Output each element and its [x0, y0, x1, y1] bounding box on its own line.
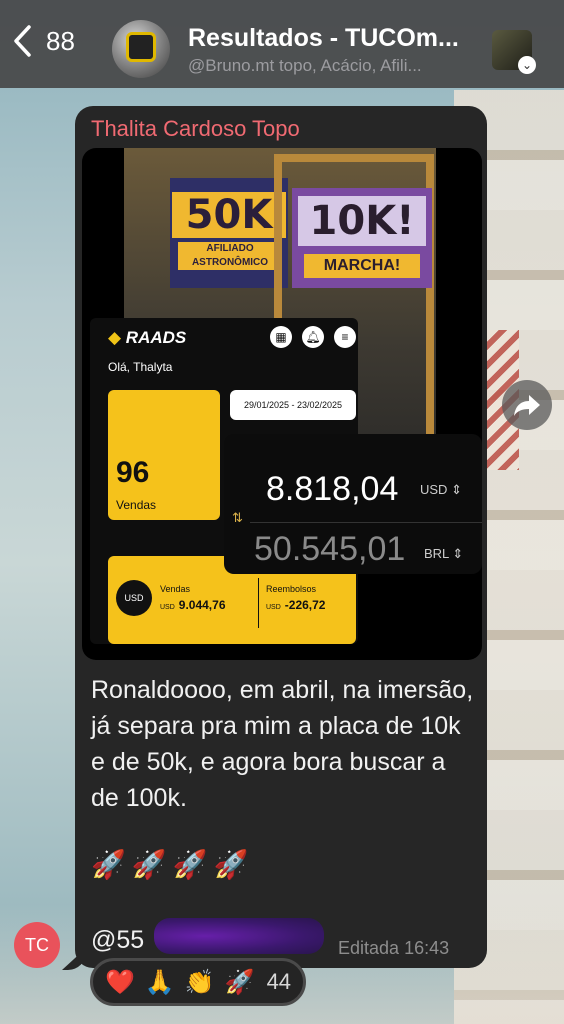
reembolsos-value: USD -226,72: [266, 598, 326, 612]
converter-divider: [250, 522, 482, 523]
reaction-rocket[interactable]: 🚀: [225, 968, 255, 997]
reaction-heart[interactable]: ❤️: [105, 968, 135, 997]
sales-label: Vendas: [116, 498, 157, 512]
forward-button[interactable]: [502, 380, 552, 430]
message-photo[interactable]: 50K AFILIADO ASTRONÔMICO 10K! MARCHA! ◆ …: [82, 148, 482, 660]
currency-converter: 8.818,04 USD ⇕ ⇅ 50.545,01 BRL ⇕: [224, 434, 482, 574]
sign-10k-title: 10K!: [298, 196, 426, 246]
chat-subtitle[interactable]: @Bruno.mt topo, Acácio, Afili...: [188, 56, 474, 76]
chat-header: 88 Resultados - TUCOm... @Bruno.mt topo,…: [0, 0, 564, 88]
bell-icon: 🔔︎: [302, 326, 324, 348]
vendas-value: USD 9.044,76: [160, 598, 226, 612]
chat-title[interactable]: Resultados - TUCOm...: [188, 24, 478, 53]
sign-10k: 10K! MARCHA!: [292, 188, 432, 288]
converter-amount-usd: 8.818,04: [266, 470, 399, 508]
reaction-count: 44: [266, 969, 292, 994]
profile-avatar[interactable]: ⌄: [492, 30, 536, 74]
group-avatar[interactable]: [112, 20, 170, 78]
converter-currency-brl: BRL ⇕: [424, 546, 464, 561]
greeting: Olá, Thalyta: [108, 360, 173, 374]
chevron-down-icon: ⌄: [518, 56, 536, 74]
raads-logo: ◆ RAADS: [108, 328, 187, 347]
back-button[interactable]: 88: [10, 24, 75, 58]
sign-50k-subtitle: AFILIADO ASTRONÔMICO: [178, 242, 282, 270]
edited-label: Editada: [338, 938, 400, 958]
menu-icon: ≡: [334, 326, 356, 348]
sign-50k: 50K AFILIADO ASTRONÔMICO: [170, 178, 288, 288]
sender-avatar[interactable]: TC: [14, 922, 60, 968]
message-time: 16:43: [404, 938, 450, 958]
redaction-scribble: [154, 918, 324, 954]
chevron-left-icon: [14, 25, 31, 57]
unread-count: 88: [46, 25, 75, 56]
group-avatar-image: [126, 32, 156, 62]
usd-badge: USD: [116, 580, 152, 616]
sign-10k-subtitle: MARCHA!: [304, 254, 420, 278]
message-meta: Editada 16:43: [338, 938, 449, 959]
message-text: Ronaldoooo, em abril, na imersão, já sep…: [91, 676, 474, 812]
swap-icon: ⇅: [232, 510, 243, 525]
card-divider: [258, 578, 259, 628]
mention-link[interactable]: @55: [91, 926, 144, 955]
sender-name[interactable]: Thalita Cardoso Topo: [91, 116, 300, 142]
sign-50k-title: 50K: [172, 192, 286, 238]
rocket-emojis: 🚀🚀🚀🚀: [91, 849, 255, 880]
reaction-pray[interactable]: 🙏: [145, 968, 175, 997]
sales-count: 96: [116, 456, 150, 489]
calendar-icon: ▦: [270, 326, 292, 348]
converter-amount-brl: 50.545,01: [254, 530, 406, 568]
reaction-clap[interactable]: 👏: [185, 968, 215, 997]
reactions-bar[interactable]: ❤️ 🙏 👏 🚀 44: [90, 958, 306, 1006]
vendas-label: Vendas: [160, 584, 191, 594]
sales-card: 96 Vendas: [108, 390, 220, 520]
converter-currency-usd: USD ⇕: [420, 482, 462, 497]
forward-arrow-icon: [514, 395, 540, 416]
date-range: 29/01/2025 - 23/02/2025: [230, 390, 356, 420]
reembolsos-label: Reembolsos: [266, 584, 317, 594]
